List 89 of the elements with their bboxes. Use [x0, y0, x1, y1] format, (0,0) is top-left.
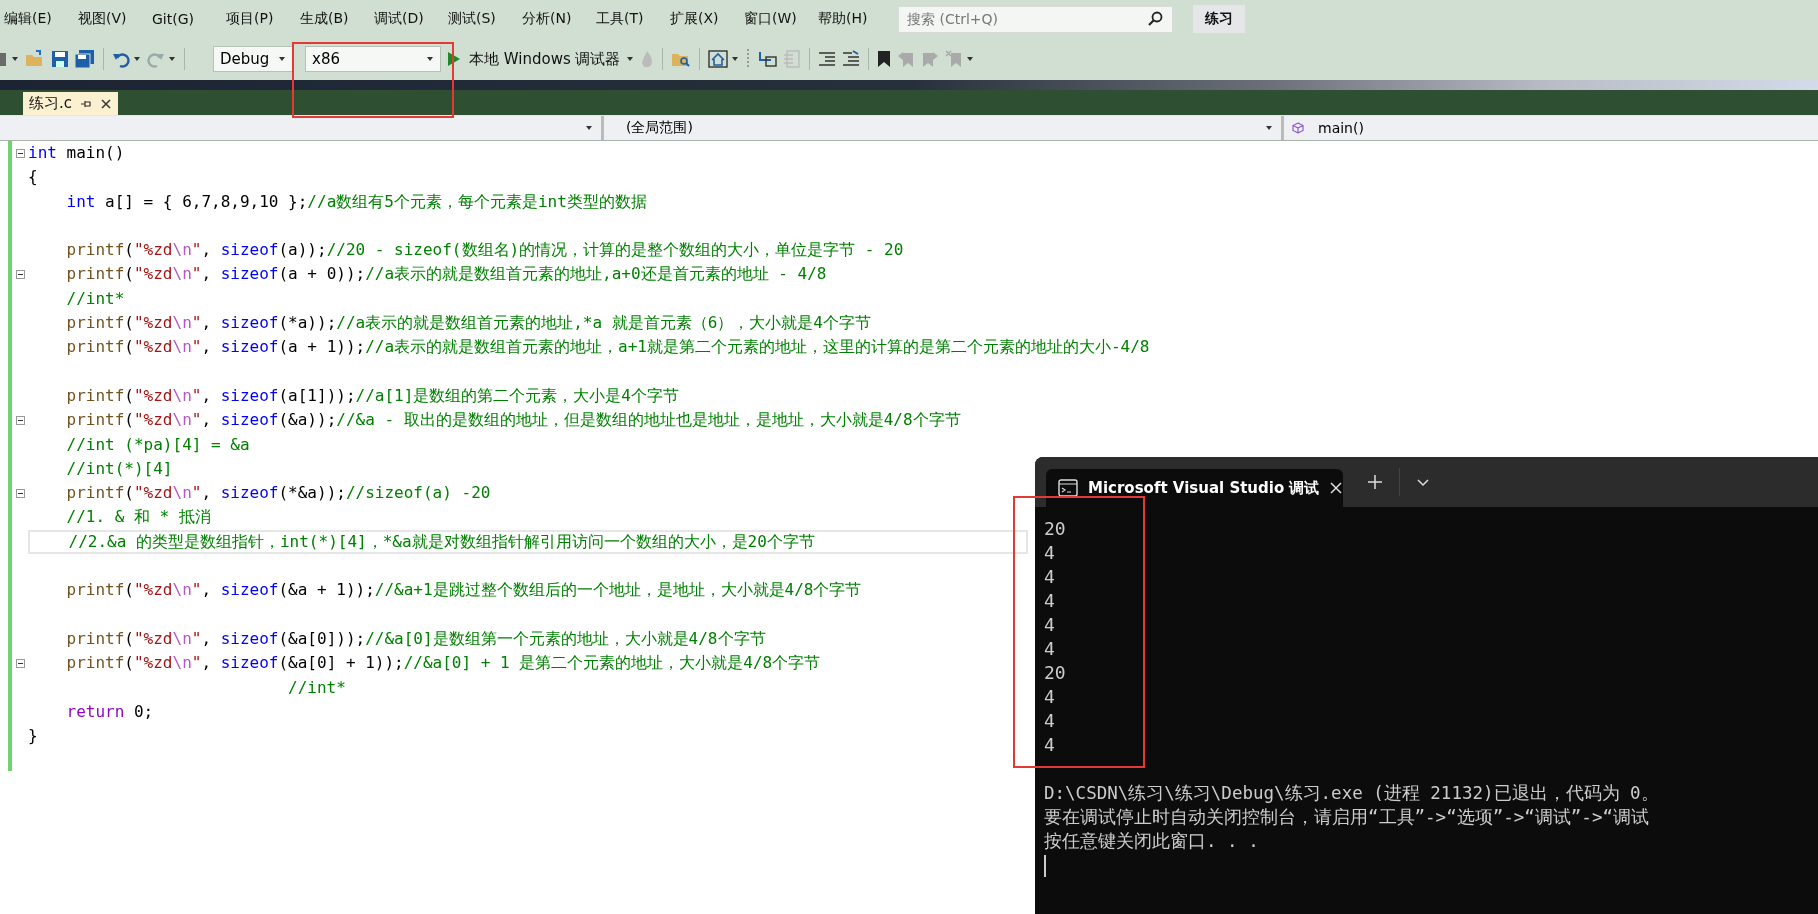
menu-item[interactable]: 窗口(W) — [740, 10, 814, 28]
outdent-icon[interactable] — [841, 50, 860, 68]
collapse-icon[interactable] — [15, 488, 25, 498]
code-line: //1. & 和 * 抵消 — [65, 506, 211, 529]
code-line: //2.&a 的类型是数组指针，int(*)[4]，*&a就是对数组指针解引用访问一个数组的大小，是20个字节 — [67, 531, 815, 552]
menu-item[interactable]: 项目(P) — [222, 10, 296, 28]
menu-item[interactable]: 调试(D) — [370, 10, 444, 28]
code-line: //int(*)[4] — [65, 457, 173, 480]
menu-item[interactable]: 生成(B) — [296, 10, 370, 28]
caret-icon[interactable] — [625, 55, 634, 63]
code-line: { — [28, 166, 38, 189]
caret-icon — [1265, 124, 1273, 132]
code-line: return 0; — [65, 700, 154, 723]
open-folder-icon[interactable] — [25, 50, 45, 68]
menu-item[interactable]: 分析(N) — [518, 10, 592, 28]
step-icon[interactable] — [756, 50, 777, 68]
platform-dropdown[interactable]: x86 — [305, 46, 441, 72]
save-icon[interactable] — [51, 50, 69, 68]
caret-icon[interactable] — [133, 55, 141, 63]
console-output-line: 20 — [1044, 517, 1067, 541]
code-line: //int* — [65, 287, 125, 310]
document-tab[interactable]: 练习.c — [23, 92, 118, 115]
undo-icon[interactable] — [112, 50, 130, 68]
code-line: printf("%zd\n", sizeof(&a));//&a - 取出的是数组的地址，但是数组的地址也是地址，是地址，大小就是4/8个字节 — [65, 409, 961, 432]
code-line: printf("%zd\n", sizeof(a[1]));//a[1]是数组的第二个元素，大小是4个字节 — [65, 384, 679, 407]
code-line: printf("%zd\n", sizeof(&a[0]));//&a[0]是数组第一个元素的地址，大小就是4/8个字节 — [65, 627, 766, 650]
code-line: printf("%zd\n", sizeof(*&a));//sizeof(a) -20 — [65, 482, 491, 505]
configuration-dropdown[interactable]: Debug — [213, 46, 293, 72]
code-line: printf("%zd\n", sizeof(a + 1));//a表示的就是数组首元素的地址，a+1就是第二个元素的地址，这里的计算的是第二个元素的地址的大小-4/8 — [65, 336, 1150, 359]
caret-icon — [426, 55, 434, 63]
text-cursor — [1044, 855, 1046, 877]
caret-icon[interactable] — [168, 55, 176, 63]
code-line: //int* — [287, 676, 346, 699]
console-output-line: 4 — [1044, 637, 1056, 661]
menu-item[interactable]: Git(G) — [148, 11, 222, 27]
menu-item[interactable]: 工具(T) — [592, 10, 666, 28]
close-icon[interactable] — [100, 97, 112, 110]
search-field[interactable]: 搜索 (Ctrl+Q) — [898, 5, 1173, 33]
indent-icon[interactable] — [817, 50, 836, 68]
solution-name: 练习 — [1193, 5, 1245, 33]
caret-icon — [278, 55, 286, 63]
code-line: } — [28, 725, 38, 748]
console-output-line: 4 — [1044, 685, 1056, 709]
console-output-line: 4 — [1044, 589, 1056, 613]
code-line: //int (*pa)[4] = &a — [65, 433, 250, 456]
code-line: printf("%zd\n", sizeof(&a + 1));//&a+1是跳过整个数组后的一个地址，是地址，大小就是4/8个字节 — [65, 579, 862, 602]
console-tab[interactable]: Microsoft Visual Studio 调试 — [1046, 469, 1343, 507]
code-line: printf("%zd\n", sizeof(&a[0] + 1));//&a[0] + 1 是第二个元素的地址，大小就是4/8个字节 — [65, 652, 821, 675]
console-output-line: 4 — [1044, 565, 1056, 589]
save-all-icon[interactable] — [75, 50, 95, 68]
console-message: 要在调试停止时自动关闭控制台，请启用“工具”->“选项”->“调试”->“调试 — [1044, 806, 1650, 829]
collapse-icon[interactable] — [15, 148, 25, 158]
play-icon[interactable] — [447, 51, 461, 67]
new-item-icon[interactable] — [0, 50, 8, 68]
menu-item[interactable]: 帮助(H) — [814, 10, 888, 28]
console-output-line: 20 — [1044, 661, 1067, 685]
caret-icon[interactable] — [730, 55, 739, 63]
terminal-icon — [1058, 479, 1078, 497]
home-icon[interactable] — [707, 50, 728, 68]
menu-item[interactable]: 扩展(X) — [666, 10, 740, 28]
start-debugging-button[interactable]: 本地 Windows 调试器 — [467, 49, 623, 69]
code-line: printf("%zd\n", sizeof(*a));//a表示的就是数组首元素的地址,*a 就是首元素（6），大小就是4个字节 — [65, 312, 871, 335]
console-output-line: 4 — [1044, 733, 1056, 757]
bookmark-icon[interactable] — [876, 50, 891, 68]
console-output-line: 4 — [1044, 613, 1056, 637]
search-icon — [1147, 10, 1163, 27]
code-line: printf("%zd\n", sizeof(a + 0));//a表示的就是数组首元素的地址,a+0还是首元素的地址 - 4/8 — [65, 263, 827, 286]
grip-icon — [744, 48, 751, 70]
overflow-caret-icon[interactable] — [965, 55, 974, 63]
cube-icon — [1292, 122, 1304, 134]
scope-dropdown[interactable]: (全局范围) — [604, 116, 1284, 140]
member-dropdown[interactable]: main() — [1284, 116, 1818, 140]
tab-label[interactable]: 练习.c — [29, 94, 72, 113]
collapse-icon[interactable] — [15, 415, 25, 425]
collapse-icon[interactable] — [15, 658, 25, 668]
code-line: printf("%zd\n", sizeof(a));//20 - sizeof(数组名)的情况，计算的是整个数组的大小，单位是字节 - 20 — [65, 239, 904, 262]
menu-item[interactable]: 视图(V) — [74, 10, 148, 28]
code-line: int main() — [28, 142, 125, 164]
code-line: int a[] = { 6,7,8,9,10 };//a数组有5个元素，每个元素是int类型的数据 — [65, 190, 647, 213]
console-message: D:\CSDN\练习\练习\Debug\练习.exe (进程 21132)已退出，代码为 0。 — [1044, 782, 1660, 805]
caret-icon[interactable] — [11, 55, 19, 63]
console-output-line: 4 — [1044, 541, 1056, 565]
caret-icon — [585, 124, 593, 132]
menu-item[interactable]: 编辑(E) — [0, 10, 74, 28]
console-message: 按任意键关闭此窗口. . . — [1044, 830, 1260, 853]
plus-icon[interactable] — [1367, 474, 1383, 490]
menu-item[interactable]: 测试(S) — [444, 10, 518, 28]
collapse-icon[interactable] — [15, 270, 25, 280]
console-output-line: 4 — [1044, 709, 1056, 733]
